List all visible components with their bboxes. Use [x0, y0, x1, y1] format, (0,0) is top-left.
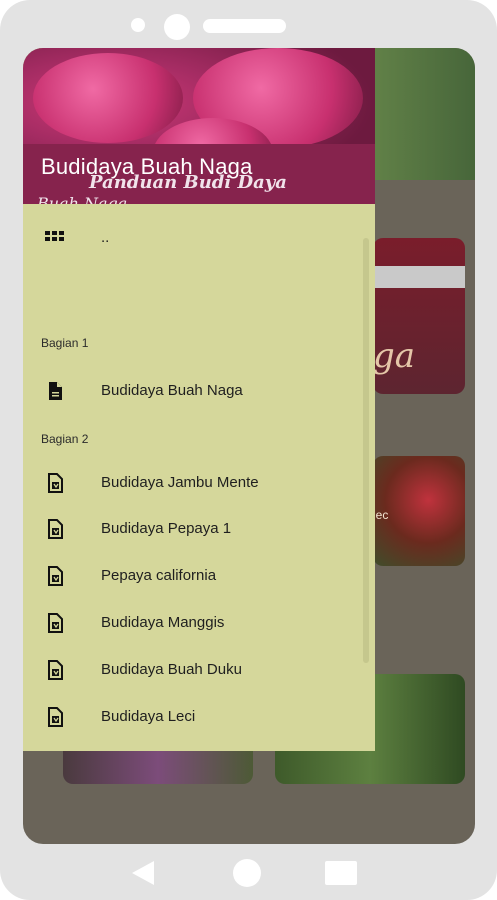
menu-item-label: Budidaya Leci: [101, 708, 196, 725]
grid-icon: [45, 231, 64, 241]
menu-item-label: Budidaya Buah Naga: [101, 382, 243, 399]
dragon-fruit-image: [33, 53, 183, 143]
speaker-slot: [203, 19, 286, 33]
menu-item-label: Budidaya Manggis: [101, 614, 225, 631]
document-icon: [48, 613, 63, 633]
menu-item-budidaya-manggis[interactable]: Budidaya Manggis: [23, 603, 363, 643]
menu-item-budidaya-pepaya-1[interactable]: Budidaya Pepaya 1: [23, 509, 363, 549]
drawer-scrollbar[interactable]: [363, 238, 369, 663]
system-navigation-bar: [0, 844, 497, 900]
menu-item-home[interactable]: ..: [23, 218, 363, 258]
drawer-header: Budidaya Buah Naga Panduan Budi Daya Bua…: [23, 48, 375, 204]
menu-item-label: Budidaya Jambu Mente: [101, 474, 259, 491]
menu-item-budidaya-leci[interactable]: Budidaya Leci: [23, 697, 363, 737]
menu-item-budidaya-buah-duku[interactable]: Budidaya Buah Duku: [23, 650, 363, 690]
phone-top-bar: [0, 12, 497, 42]
document-icon: [48, 660, 63, 680]
menu-item-label: Pepaya california: [101, 567, 217, 584]
menu-item-label: Budidaya Buah Duku: [101, 661, 242, 678]
card-text: ga: [373, 336, 416, 376]
menu-item-label: ..: [101, 229, 110, 246]
card-strip: [373, 266, 465, 288]
recent-square-icon[interactable]: [325, 861, 357, 885]
file-icon: [49, 382, 62, 400]
menu-item-pepaya-california[interactable]: Pepaya california: [23, 556, 363, 596]
home-circle-icon[interactable]: [233, 859, 261, 887]
card-text: lec: [373, 508, 389, 522]
navigation-drawer: Budidaya Buah Naga Panduan Budi Daya Bua…: [23, 48, 375, 751]
document-icon: [48, 707, 63, 727]
phone-frame: ga lec Budidaya Buah Naga Panduan Budi D…: [0, 0, 497, 900]
menu-item-budidaya-buah-naga[interactable]: Budidaya Buah Naga: [23, 371, 363, 411]
back-triangle-icon[interactable]: [132, 861, 154, 885]
drawer-subtitle: Panduan Budi Daya: [89, 172, 287, 193]
background-card-buah-naga: ga: [373, 238, 465, 394]
menu-item-label: Budidaya Pepaya 1: [101, 520, 232, 537]
document-icon: [48, 473, 63, 493]
app-screen: ga lec Budidaya Buah Naga Panduan Budi D…: [23, 48, 475, 844]
menu-item-budidaya-jambu-mente[interactable]: Budidaya Jambu Mente: [23, 463, 363, 503]
section-title-bagian-2: Bagian 2: [41, 432, 89, 446]
document-icon: [48, 566, 63, 586]
background-card-leci: lec: [373, 456, 465, 566]
section-title-bagian-1: Bagian 1: [41, 336, 89, 350]
sensor-dot: [131, 18, 145, 32]
drawer-title-peek: Buah Naga: [37, 194, 128, 204]
camera-lens: [164, 14, 190, 40]
document-icon: [48, 519, 63, 539]
